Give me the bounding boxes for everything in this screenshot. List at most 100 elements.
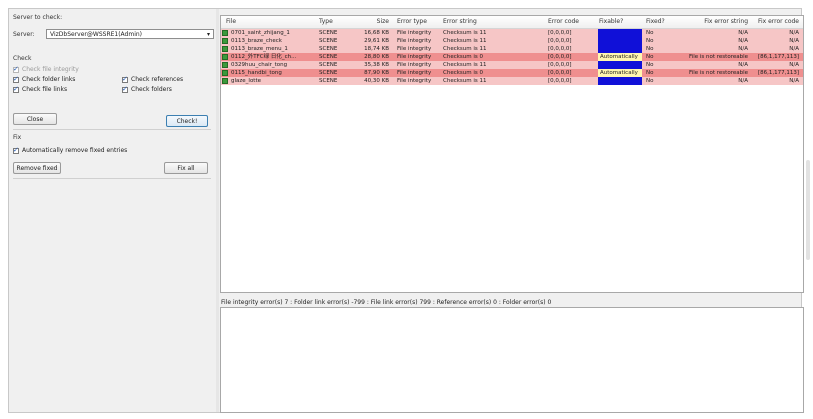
check-section-label: Check (13, 55, 32, 62)
server-label: Server: (13, 31, 35, 38)
checkbox-box (13, 65, 19, 73)
fixed-cell: No (646, 70, 654, 76)
fix-error-string-cell: N/A (738, 46, 748, 52)
header-size[interactable]: Size (349, 16, 389, 28)
fixable-cell: Automatically (598, 69, 642, 77)
server-select[interactable]: VizDbServer@WSSRE1(Admin) ▾ (46, 29, 214, 39)
remove-fixed-button[interactable]: Remove fixed (13, 162, 61, 174)
checkbox-label: Check folders (131, 86, 172, 93)
file-cell: 0329huu_chair_tong (221, 61, 317, 69)
fixable-cell (598, 29, 642, 37)
file-name: 0329huu_chair_tong (231, 62, 288, 68)
error-code-cell: [0,0,0,0] (548, 78, 572, 84)
fix-all-button[interactable]: Fix all (164, 162, 208, 174)
divider (13, 129, 211, 130)
file-name: 0115_handbi_tong (231, 70, 282, 76)
header-fix-error-string[interactable]: Fix error string (671, 16, 748, 28)
table-row[interactable]: 0113_braze_menu_1 SCENE 18,74 KB File integ… (221, 45, 803, 53)
chevron-down-icon: ▾ (206, 31, 210, 38)
checkbox-box (122, 75, 128, 83)
table-row[interactable]: 0115_handbi_tong SCENE 87,90 KB File integr… (221, 69, 803, 77)
size-cell: 87,90 KB (364, 70, 389, 76)
header-fixed[interactable]: Fixed? (646, 16, 665, 28)
header-fix-error-code[interactable]: Fix error code (751, 16, 799, 28)
size-cell: 28,80 KB (364, 54, 389, 60)
fixable-cell (598, 61, 642, 69)
header-file[interactable]: File (226, 16, 236, 28)
fixed-cell: No (646, 78, 654, 84)
file-cell: glaze_lotte (221, 77, 317, 85)
fixable-value (600, 37, 642, 45)
fixable-cell (598, 37, 642, 45)
check-file-links-checkbox[interactable]: Check file links (13, 85, 67, 93)
header-error-code[interactable]: Error code (548, 16, 579, 28)
error-code-cell: [0,0,0,0] (548, 62, 572, 68)
size-cell: 18,74 KB (364, 46, 389, 52)
fix-error-code-cell: N/A (789, 78, 799, 84)
size-cell: 16,68 KB (364, 30, 389, 36)
fix-error-code-cell: [86,1,177,113] (757, 54, 799, 60)
size-cell: 40,30 KB (364, 78, 389, 84)
check-file-integrity-checkbox[interactable]: Check file integrity (13, 65, 79, 73)
checkbox-label: Check references (131, 76, 184, 83)
table-row[interactable]: 0112_外TFC绿 日化_ch... SCENE 28,80 KB File int… (221, 53, 803, 61)
type-cell: SCENE (319, 78, 338, 84)
fixed-cell: No (646, 54, 654, 60)
table-row[interactable]: glaze_lotte SCENE 40,30 KB File integrity Ch… (221, 77, 803, 85)
file-name: 0113_braze_menu_1 (231, 46, 288, 52)
check-folders-checkbox[interactable]: Check folders (122, 85, 172, 93)
error-string-cell: Checksum is 11 (443, 30, 487, 36)
server-select-value: VizDbServer@WSSRE1(Admin) (50, 31, 143, 38)
table-row[interactable]: 0329huu_chair_tong SCENE 35,38 KB File inte… (221, 61, 803, 69)
error-type-cell: File integrity (397, 46, 432, 52)
fixed-cell: No (646, 30, 654, 36)
table-header: File Type Size Error type Error string E… (221, 16, 803, 29)
scene-file-icon (222, 70, 228, 76)
type-cell: SCENE (319, 46, 338, 52)
fixable-value (600, 77, 642, 85)
log-output[interactable] (220, 307, 804, 413)
file-name: 0112_外TFC绿 日化_ch... (231, 54, 297, 60)
check-references-checkbox[interactable]: Check references (122, 75, 184, 83)
table-row[interactable]: 0113_braze_check SCENE 29,61 KB File integr… (221, 37, 803, 45)
scene-file-icon (222, 46, 228, 52)
error-type-cell: File integrity (397, 54, 432, 60)
error-type-cell: File integrity (397, 62, 432, 68)
checkbox-box (122, 85, 128, 93)
fix-error-string-cell: File is not restoreable (688, 70, 748, 76)
scene-file-icon (222, 30, 228, 36)
fix-error-string-cell: N/A (738, 62, 748, 68)
error-string-cell: Checksum is 11 (443, 62, 487, 68)
header-error-string[interactable]: Error string (443, 16, 477, 28)
fixable-cell (598, 45, 642, 53)
header-fixable[interactable]: Fixable? (599, 16, 623, 28)
fixed-cell: No (646, 46, 654, 52)
table-row[interactable]: 0701_saint_zhijang_1 SCENE 16,68 KB File in… (221, 29, 803, 37)
close-button[interactable]: Close (13, 113, 57, 125)
error-string-cell: Checksum is 11 (443, 46, 487, 52)
fixable-value: Automatically (600, 70, 638, 76)
fix-error-string-cell: N/A (738, 38, 748, 44)
fix-section-label: Fix (13, 134, 22, 141)
fix-error-code-cell: N/A (789, 38, 799, 44)
error-code-cell: [0,0,0,0] (548, 70, 572, 76)
fixable-cell (598, 77, 642, 85)
server-to-check-label: Server to check: (13, 14, 63, 21)
fix-error-code-cell: N/A (789, 30, 799, 36)
file-cell: 0112_外TFC绿 日化_ch... (221, 53, 317, 61)
error-code-cell: [0,0,0,0] (548, 46, 572, 52)
file-cell: 0701_saint_zhijang_1 (221, 29, 317, 37)
check-button[interactable]: Check! (166, 115, 208, 127)
scrollbar[interactable] (806, 160, 810, 260)
checkbox-label: Automatically remove fixed entries (22, 147, 128, 154)
type-cell: SCENE (319, 54, 338, 60)
header-error-type[interactable]: Error type (397, 16, 427, 28)
header-type[interactable]: Type (319, 16, 333, 28)
check-dialog: Server to check: Server: VizDbServer@WSS… (8, 8, 804, 413)
checkbox-box (13, 146, 19, 154)
fixed-cell: No (646, 62, 654, 68)
fixable-value (600, 29, 642, 37)
check-folder-links-checkbox[interactable]: Check folder links (13, 75, 75, 83)
auto-remove-fixed-checkbox[interactable]: Automatically remove fixed entries (13, 146, 128, 154)
splitter[interactable] (216, 9, 219, 412)
